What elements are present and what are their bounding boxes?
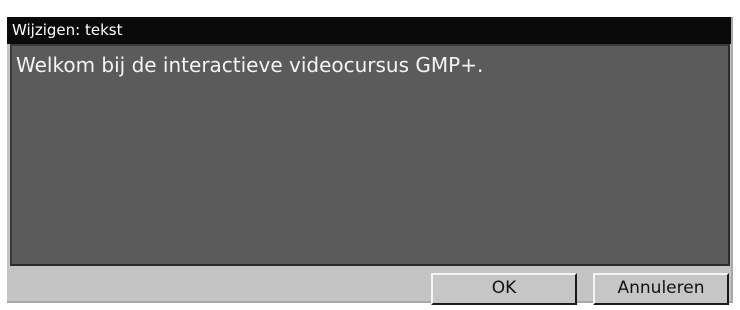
- cancel-button[interactable]: Annuleren: [593, 273, 729, 305]
- text-editor-field[interactable]: Welkom bij de interactieve videocursus G…: [10, 44, 730, 266]
- page: Wijzigen: tekst Welkom bij de interactie…: [0, 0, 740, 310]
- window-title: Wijzigen: tekst: [12, 21, 123, 39]
- ok-button[interactable]: OK: [431, 273, 577, 305]
- text-editor-value: Welkom bij de interactieve videocursus G…: [16, 53, 484, 77]
- title-bar[interactable]: Wijzigen: tekst: [7, 17, 731, 44]
- button-bar: OK Annuleren: [7, 266, 731, 305]
- edit-text-dialog: Wijzigen: tekst Welkom bij de interactie…: [7, 17, 733, 305]
